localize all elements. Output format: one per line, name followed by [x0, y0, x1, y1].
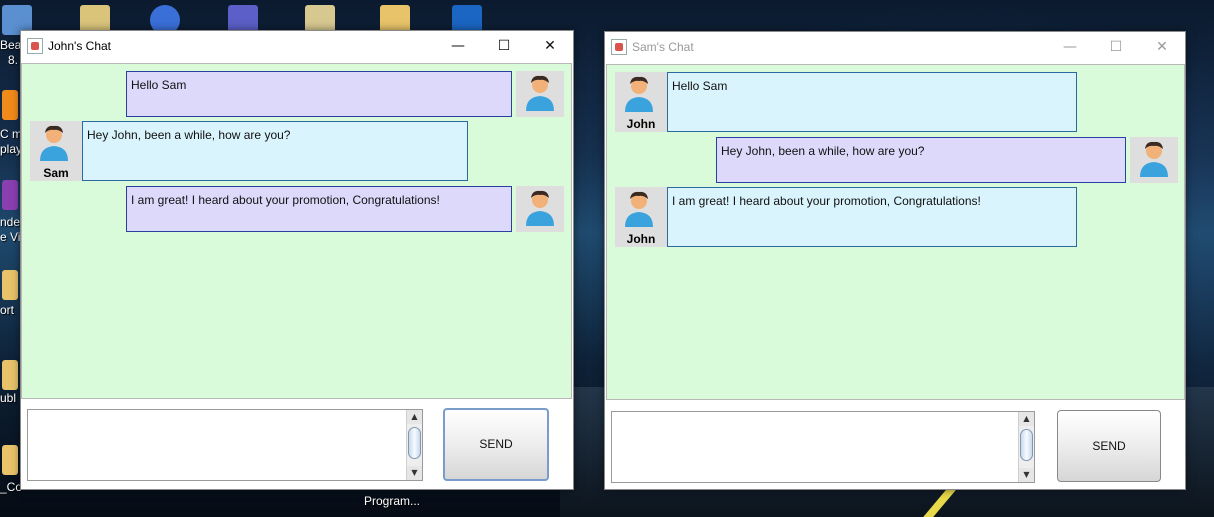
message-text: I am great! I heard about your promotion…	[131, 193, 440, 207]
person-avatar-icon	[625, 191, 653, 227]
send-button[interactable]: SEND	[1057, 410, 1161, 482]
message-bubble-sent: Hello Sam	[126, 71, 512, 117]
titlebar[interactable]: John's Chat — ☐ ✕	[21, 31, 573, 61]
window-title: Sam's Chat	[632, 40, 694, 54]
desktop-icon-label: ubl	[0, 391, 17, 405]
window-title: John's Chat	[48, 39, 111, 53]
chat-history[interactable]: Hello Sam Sam Hey John, been a while, ho…	[21, 63, 572, 399]
folder-icon[interactable]	[2, 270, 18, 300]
person-avatar-icon	[40, 125, 68, 161]
scroll-up-icon[interactable]: ▲	[1019, 412, 1034, 426]
minimize-button[interactable]: —	[1047, 32, 1093, 62]
person-avatar-icon	[526, 190, 554, 226]
desktop-icon-label: C m	[0, 127, 22, 141]
self-avatar	[1130, 137, 1178, 183]
desktop-icon-label: Bea	[0, 38, 22, 52]
maximize-button[interactable]: ☐	[481, 31, 527, 61]
vlc-icon[interactable]	[2, 90, 18, 120]
java-app-icon	[27, 38, 43, 54]
scroll-thumb[interactable]	[1020, 429, 1033, 461]
sender-name: John	[626, 232, 656, 246]
sender-name: Sam	[43, 166, 69, 180]
java-app-icon	[611, 39, 627, 55]
desktop-icon-label: nde	[0, 215, 21, 229]
desktop-app-icon[interactable]	[2, 180, 18, 210]
self-avatar	[516, 71, 564, 117]
send-button[interactable]: SEND	[443, 408, 549, 481]
sender-name: John	[626, 117, 656, 131]
person-avatar-icon	[1140, 141, 1168, 177]
close-button[interactable]: ✕	[1139, 32, 1185, 62]
other-avatar: Sam	[30, 121, 82, 181]
message-text: Hey John, been a while, how are you?	[87, 128, 291, 142]
scroll-down-icon[interactable]: ▼	[1019, 468, 1034, 482]
message-text: Hey John, been a while, how are you?	[721, 144, 925, 158]
scroll-up-icon[interactable]: ▲	[407, 410, 422, 424]
titlebar[interactable]: Sam's Chat — ☐ ✕	[605, 32, 1185, 62]
message-bubble-sent: Hey John, been a while, how are you?	[716, 137, 1126, 183]
maximize-button[interactable]: ☐	[1093, 32, 1139, 62]
desktop-icon-label: ort	[0, 303, 15, 317]
johns-chat-window: John's Chat — ☐ ✕ Hello Sam Sam Hey John…	[20, 30, 574, 490]
message-bubble-sent: I am great! I heard about your promotion…	[126, 186, 512, 232]
message-bubble-received: I am great! I heard about your promotion…	[667, 187, 1077, 247]
message-bubble-received: Hello Sam	[667, 72, 1077, 132]
desktop-icon-label: 8.	[8, 53, 19, 67]
minimize-button[interactable]: —	[435, 31, 481, 61]
other-avatar: John	[615, 72, 667, 132]
message-text: Hello Sam	[131, 78, 187, 92]
folder-icon[interactable]	[2, 445, 18, 475]
person-avatar-icon	[526, 75, 554, 111]
person-avatar-icon	[625, 76, 653, 112]
message-bubble-received: Hey John, been a while, how are you?	[82, 121, 468, 181]
input-scrollbar[interactable]: ▲ ▼	[1018, 412, 1034, 482]
desktop-icon-label: play	[0, 142, 23, 156]
message-input[interactable]: ▲ ▼	[27, 409, 423, 481]
message-text: Hello Sam	[672, 79, 728, 93]
sams-chat-window: Sam's Chat — ☐ ✕ John Hello Sam Hey John…	[604, 31, 1186, 490]
scroll-down-icon[interactable]: ▼	[407, 466, 422, 480]
self-avatar	[516, 186, 564, 232]
other-avatar: John	[615, 187, 667, 247]
desktop-icon-label: _Co	[0, 480, 23, 494]
message-text: I am great! I heard about your promotion…	[672, 194, 981, 208]
desktop-icon-label: Program...	[364, 494, 421, 508]
close-button[interactable]: ✕	[527, 31, 573, 61]
scroll-thumb[interactable]	[408, 427, 421, 459]
input-scrollbar[interactable]: ▲ ▼	[406, 410, 422, 480]
folder-icon[interactable]	[2, 360, 18, 390]
desktop-icon-label: e Vi	[0, 230, 21, 244]
message-input[interactable]: ▲ ▼	[611, 411, 1035, 483]
chat-history[interactable]: John Hello Sam Hey John, been a while, h…	[606, 64, 1185, 400]
